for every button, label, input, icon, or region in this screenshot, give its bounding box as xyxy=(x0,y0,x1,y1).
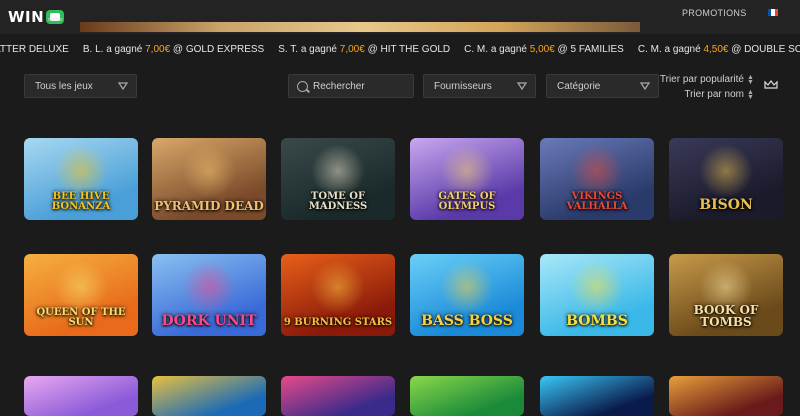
ticker-text: C. M. a gagné xyxy=(637,43,704,55)
game-tile[interactable]: QUEEN OF THE SUN xyxy=(24,254,138,336)
game-tile[interactable]: GATES OF OLYMPUS xyxy=(410,138,524,220)
game-art xyxy=(182,382,236,416)
ticker-item: C. M. a gagné 4,50€ @ DOUBLE SCATTER 7'S xyxy=(638,44,800,55)
game-tile[interactable]: PYRAMID DEAD xyxy=(152,138,266,220)
chevron-down-icon xyxy=(118,82,128,91)
ticker-amount: 4,50€ xyxy=(703,43,729,55)
game-title: BISON xyxy=(699,197,753,213)
ticker-amount: 5,00€ xyxy=(529,43,555,55)
game-art xyxy=(182,260,236,314)
ticker-game: @ 5 FAMILIES xyxy=(554,43,624,55)
ticker-text: S. T. a gagné xyxy=(278,43,340,55)
game-art xyxy=(54,382,108,416)
ticker-text: B. L. a gagné xyxy=(82,43,146,55)
sort-arrows-icon[interactable]: ▲ ▼ xyxy=(747,89,755,101)
chevron-down-icon xyxy=(517,82,527,91)
game-art xyxy=(440,144,494,198)
game-art xyxy=(699,144,753,198)
game-tile[interactable]: BOOK OF TOMBS xyxy=(669,254,783,336)
game-title: BOMBS xyxy=(566,313,628,329)
game-art xyxy=(311,144,365,198)
providers-label: Fournisseurs xyxy=(434,80,492,92)
game-art xyxy=(311,382,365,416)
game-title: VIKINGS VALHALLA xyxy=(566,191,628,212)
chevron-down-icon xyxy=(640,82,650,91)
game-tile[interactable] xyxy=(281,376,395,416)
ticker-amount: 7,00€ xyxy=(339,43,365,55)
all-games-select[interactable]: Tous les jeux xyxy=(24,74,137,98)
filter-bar: Tous les jeux Rechercher Fournisseurs Ca… xyxy=(0,66,800,112)
category-select[interactable]: Catégorie xyxy=(546,74,659,98)
game-title: BASS BOSS xyxy=(421,313,513,329)
game-tile[interactable] xyxy=(24,376,138,416)
ticker-item: S. T. a gagné 7,00€ @ HIT THE GOLD xyxy=(278,44,450,55)
game-art xyxy=(570,260,624,314)
sort-arrows-icon[interactable]: ▲ ▼ xyxy=(747,74,755,86)
game-tile[interactable] xyxy=(669,376,783,416)
ticker-item: C. M. a gagné 5,00€ @ 5 FAMILIES xyxy=(464,44,624,55)
crown-icon[interactable] xyxy=(764,80,778,90)
game-tile[interactable]: DORK UNIT xyxy=(152,254,266,336)
game-art xyxy=(570,144,624,198)
game-title: QUEEN OF THE SUN xyxy=(36,307,126,328)
game-tile[interactable]: BOMBS xyxy=(540,254,654,336)
ticker-item: B. L. a gagné 7,00€ @ GOLD EXPRESS xyxy=(83,44,264,55)
game-tile[interactable] xyxy=(152,376,266,416)
fr-flag-icon[interactable] xyxy=(768,9,778,16)
game-tile[interactable]: BASS BOSS xyxy=(410,254,524,336)
game-title: BEE HIVE BONANZA xyxy=(51,191,111,212)
category-label: Catégorie xyxy=(557,80,601,92)
game-art xyxy=(440,260,494,314)
game-title: GATES OF OLYMPUS xyxy=(438,191,496,212)
game-art xyxy=(54,260,108,314)
providers-select[interactable]: Fournisseurs xyxy=(423,74,536,98)
game-title: TOME OF MADNESS xyxy=(308,191,368,212)
ticker-amount: 7,00€ xyxy=(145,43,171,55)
promotions-link[interactable]: PROMOTIONS xyxy=(682,8,747,18)
game-tile[interactable] xyxy=(540,376,654,416)
sort-by-name[interactable]: Trier par nom xyxy=(684,89,744,100)
game-art xyxy=(570,382,624,416)
ticker-item: ATTER DELUXE xyxy=(0,44,69,55)
search-input[interactable]: Rechercher xyxy=(288,74,414,98)
ticker-text: ATTER DELUXE xyxy=(0,43,69,55)
logo-text: WIN xyxy=(8,8,45,26)
game-title: PYRAMID DEAD xyxy=(154,199,264,213)
winners-ticker: ATTER DELUXE B. L. a gagné 7,00€ @ GOLD E… xyxy=(0,38,800,60)
ticker-text: C. M. a gagné xyxy=(464,43,530,55)
game-tile[interactable]: VIKINGS VALHALLA xyxy=(540,138,654,220)
game-title: BOOK OF TOMBS xyxy=(693,303,759,329)
ticker-game: @ DOUBLE SCATTER 7'S xyxy=(731,43,800,55)
ticker-game: @ HIT THE GOLD xyxy=(364,43,451,55)
top-bar: WIN casino PROMOTIONS xyxy=(0,0,800,34)
game-tile[interactable] xyxy=(410,376,524,416)
logo-subtitle: casino xyxy=(48,17,63,23)
search-placeholder: Rechercher xyxy=(313,80,365,92)
promo-banner-strip[interactable] xyxy=(80,22,640,32)
game-tile[interactable]: BISON xyxy=(669,138,783,220)
game-art xyxy=(54,144,108,198)
game-title: 9 BURNING STARS xyxy=(283,317,393,328)
ticker-game: @ GOLD EXPRESS xyxy=(170,43,265,55)
all-games-label: Tous les jeux xyxy=(35,80,93,92)
game-art xyxy=(311,260,365,314)
game-art xyxy=(182,144,236,198)
game-tile[interactable]: TOME OF MADNESS xyxy=(281,138,395,220)
game-tile[interactable]: 9 BURNING STARS xyxy=(281,254,395,336)
sort-by-popularity[interactable]: Trier par popularité xyxy=(660,74,744,85)
game-title: DORK UNIT xyxy=(161,313,257,329)
game-tile[interactable]: BEE HIVE BONANZA xyxy=(24,138,138,220)
search-icon xyxy=(297,81,308,92)
flag-stripe xyxy=(774,9,778,16)
game-art xyxy=(440,382,494,416)
game-art xyxy=(699,382,753,416)
